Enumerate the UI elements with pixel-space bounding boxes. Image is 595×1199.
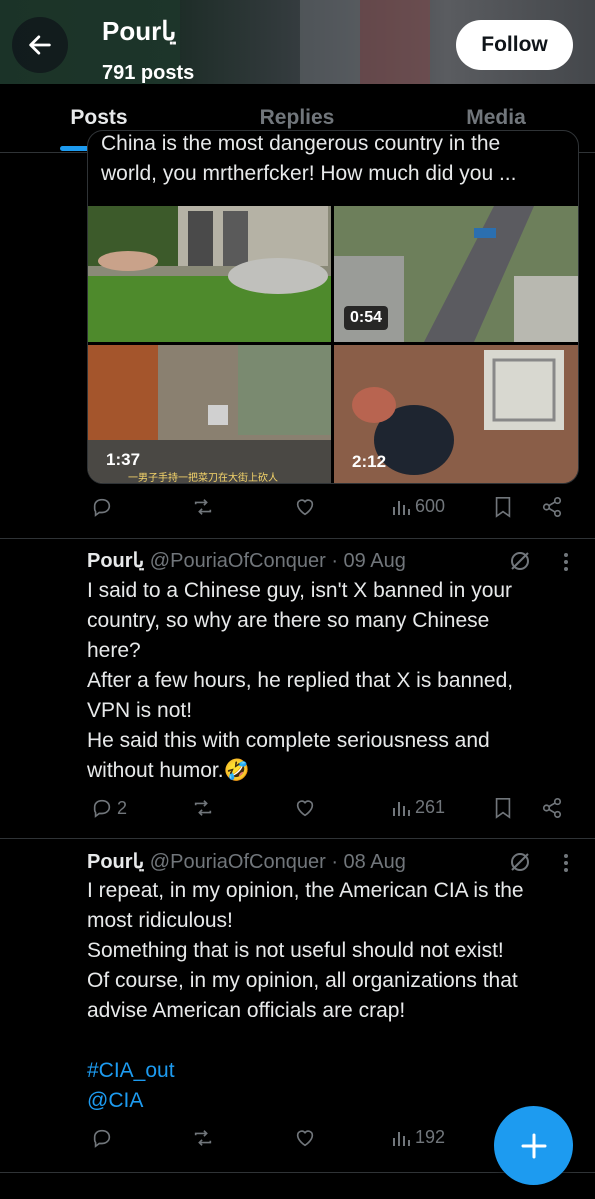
video-thumbnail-image [88, 206, 331, 342]
follow-button[interactable]: Follow [456, 20, 573, 70]
post-text-line: Something that is not useful should not … [87, 939, 504, 962]
post-date[interactable]: · 08 Aug [331, 851, 406, 873]
post-author-line: Pourيا @PouriaOfConquer · 08 Aug [87, 849, 406, 874]
author-handle[interactable]: @PouriaOfConquer [150, 550, 326, 572]
compose-button[interactable] [494, 1106, 573, 1185]
post-text: I said to a Chinese guy, isn't X banned … [87, 576, 577, 786]
video-thumbnail[interactable]: 2:12 [334, 345, 578, 483]
reply-button[interactable] [91, 496, 113, 518]
author-name[interactable]: Pourيا [87, 851, 144, 873]
quoted-post[interactable]: China is the most dangerous country in t… [87, 130, 579, 484]
reply-icon [93, 1129, 111, 1148]
views-count: 261 [415, 797, 446, 817]
post-text-line: without humor.🤣 [87, 759, 250, 782]
reply-button[interactable] [91, 1127, 113, 1149]
views-icon [393, 500, 410, 515]
repost-icon [194, 1130, 212, 1146]
video-thumbnail[interactable]: 1:37 一男子手持一把菜刀在大街上砍人 [88, 345, 331, 483]
heart-icon [296, 800, 314, 817]
post-text: I repeat, in my opinion, the American CI… [87, 876, 577, 1116]
bookmark-button[interactable] [493, 797, 513, 819]
arrow-left-icon [29, 35, 51, 55]
repost-button[interactable] [191, 1127, 215, 1149]
post-text-line: He said this with complete seriousness a… [87, 729, 490, 752]
share-button[interactable] [541, 797, 563, 819]
share-icon [542, 497, 562, 517]
profile-name: Pourيا [102, 16, 177, 46]
reply-icon [93, 498, 111, 517]
bookmark-icon [495, 798, 511, 819]
media-grid: 0:54 1:37 一男子手持一把菜刀在大街上砍人 2:12 [88, 206, 578, 483]
like-button[interactable] [293, 797, 317, 819]
author-name[interactable]: Pourيا [87, 550, 144, 572]
repost-button[interactable] [191, 797, 215, 819]
share-button[interactable] [541, 496, 563, 518]
profile-header: Pourيا 791 posts Follow [0, 0, 595, 84]
reply-count: 2 [117, 797, 128, 818]
views-button[interactable]: 261 [391, 797, 445, 818]
post-divider [0, 838, 595, 839]
post-date[interactable]: · 09 Aug [331, 550, 406, 572]
bookmark-icon [495, 497, 511, 518]
post-actions: 2 261 [87, 797, 577, 827]
post-text-line: country, so why are there so many Chines… [87, 609, 490, 632]
like-button[interactable] [293, 1127, 317, 1149]
views-icon [393, 1131, 410, 1146]
grok-icon[interactable] [508, 549, 532, 573]
share-icon [542, 798, 562, 818]
post-divider [0, 538, 595, 539]
repost-button[interactable] [191, 496, 215, 518]
video-subtitle: 一男子手持一把菜刀在大街上砍人 [128, 473, 278, 483]
post-author-line: Pourيا @PouriaOfConquer · 09 Aug [87, 548, 406, 573]
views-count: 192 [415, 1127, 446, 1147]
hashtag-link[interactable]: #CIA_out [87, 1056, 577, 1086]
back-button[interactable] [12, 17, 68, 73]
heart-icon [296, 499, 314, 516]
quoted-text-line: world, you mrtherfcker! How much did you… [101, 162, 517, 185]
repost-icon [194, 800, 212, 816]
views-button[interactable]: 600 [391, 496, 445, 517]
post-text-line: VPN is not! [87, 699, 193, 722]
more-options-icon[interactable] [560, 551, 572, 573]
views-icon [393, 801, 410, 816]
views-button[interactable]: 192 [391, 1127, 445, 1148]
mention-link[interactable]: @CIA [87, 1086, 577, 1116]
post-count: 791 posts [102, 62, 195, 84]
post-text-line: After a few hours, he replied that X is … [87, 669, 514, 692]
post-text-line: Of course, in my opinion, all organizati… [87, 969, 518, 992]
more-options-icon[interactable] [560, 852, 572, 874]
plus-icon [521, 1133, 546, 1158]
like-button[interactable] [293, 496, 317, 518]
quoted-text-line: China is the most dangerous country in t… [101, 132, 501, 155]
video-thumbnail[interactable] [88, 206, 331, 342]
post-text-line: I repeat, in my opinion, the American CI… [87, 879, 524, 902]
post-text-line: most ridiculous! [87, 909, 233, 932]
reply-icon [93, 799, 111, 818]
views-count: 600 [415, 496, 446, 516]
repost-icon [194, 499, 212, 515]
author-handle[interactable]: @PouriaOfConquer [150, 851, 326, 873]
post-text-line: I said to a Chinese guy, isn't X banned … [87, 579, 513, 602]
post-text-line: here? [87, 639, 141, 662]
bookmark-button[interactable] [493, 496, 513, 518]
post-text-line: advise American officials are crap! [87, 999, 406, 1022]
reply-button[interactable]: 2 [91, 797, 127, 819]
post-actions: 600 [87, 496, 577, 526]
video-thumbnail[interactable]: 0:54 [334, 206, 578, 342]
grok-icon[interactable] [508, 850, 532, 874]
quoted-post-text: China is the most dangerous country in t… [101, 132, 571, 189]
heart-icon [296, 1130, 314, 1147]
video-duration: 0:54 [344, 306, 389, 330]
video-duration: 2:12 [352, 452, 387, 471]
